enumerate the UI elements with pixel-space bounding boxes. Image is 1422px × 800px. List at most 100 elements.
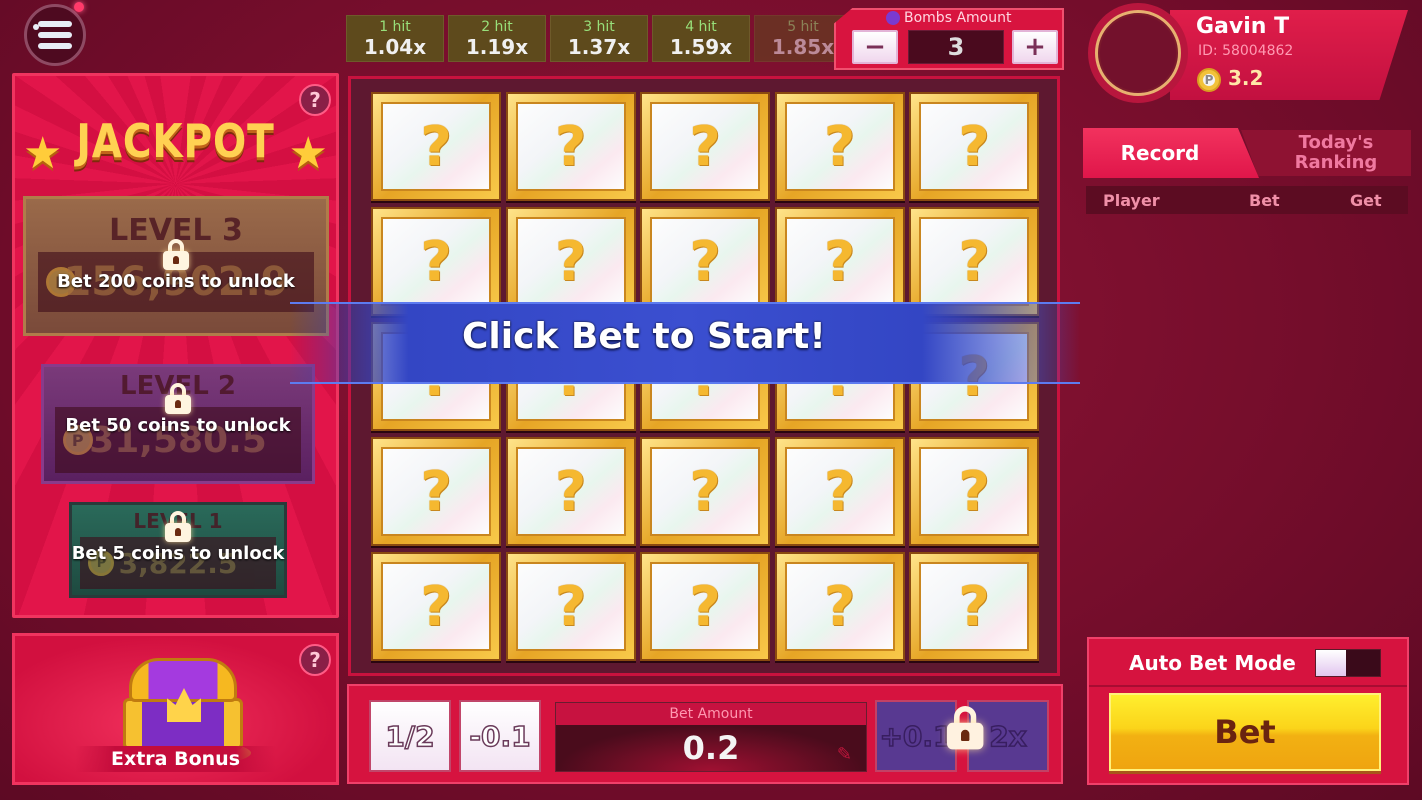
bet-amount-value: 0.2 bbox=[556, 725, 866, 771]
column-header-player: Player bbox=[1103, 190, 1160, 210]
mystery-tile[interactable]: ? bbox=[640, 552, 770, 661]
lock-icon bbox=[163, 239, 189, 270]
hit-count: 4 hit bbox=[685, 18, 717, 35]
menu-dot bbox=[33, 24, 39, 30]
question-mark-icon: ? bbox=[381, 562, 491, 651]
hamburger-menu-icon bbox=[38, 21, 72, 27]
mystery-tile[interactable]: ? bbox=[774, 92, 905, 201]
hit-count: 1 hit bbox=[379, 18, 411, 35]
multiplier-4-hit: 4 hit 1.59x bbox=[652, 15, 750, 62]
mystery-tile[interactable]: ? bbox=[371, 207, 501, 316]
unlock-text: Bet 50 coins to unlock bbox=[65, 415, 291, 436]
question-mark-icon: ? bbox=[515, 217, 626, 306]
record-tabs: Today's Ranking Record bbox=[1083, 128, 1411, 178]
bombs-increase-button[interactable]: + bbox=[1012, 30, 1058, 64]
question-mark-icon: ? bbox=[784, 217, 895, 306]
mystery-tile[interactable]: ? bbox=[505, 552, 636, 661]
jackpot-level-1: LEVEL 1 P 3,822.5 Bet 5 coins to unlock bbox=[69, 502, 287, 598]
help-icon: ? bbox=[309, 88, 321, 112]
half-bet-button[interactable]: 1/2 bbox=[369, 700, 451, 772]
mystery-tile[interactable]: ? bbox=[774, 207, 905, 316]
mystery-tile[interactable]: ? bbox=[371, 92, 501, 201]
multiplier-value: 1.85x bbox=[771, 34, 835, 59]
multiplier-strip: 1 hit 1.04x 2 hit 1.19x 3 hit 1.37x 4 hit 1.59x… bbox=[346, 15, 852, 62]
plus-icon: + bbox=[1024, 32, 1046, 62]
column-header-bet: Bet bbox=[1249, 190, 1280, 210]
tab-todays-ranking[interactable]: Today's Ranking bbox=[1241, 130, 1411, 176]
unlock-text: Bet 5 coins to unlock bbox=[71, 543, 285, 564]
menu-bar bbox=[38, 32, 72, 38]
question-mark-icon: ? bbox=[381, 217, 491, 306]
mystery-tile[interactable]: ? bbox=[909, 437, 1039, 546]
multiplier-value: 1.37x bbox=[567, 34, 631, 59]
jackpot-title: JACKPOT bbox=[76, 114, 275, 168]
question-mark-icon: ? bbox=[784, 447, 895, 536]
multiplier-1-hit: 1 hit 1.04x bbox=[346, 15, 444, 62]
mystery-tile[interactable]: ? bbox=[640, 437, 770, 546]
bonus-help-button[interactable]: ? bbox=[299, 644, 331, 676]
jackpot-level-2: LEVEL 2 P 31,580.5 Bet 50 coins to unloc… bbox=[41, 364, 315, 484]
question-mark-icon: ? bbox=[381, 102, 491, 191]
tab-record[interactable]: Record bbox=[1083, 128, 1259, 178]
avatar[interactable] bbox=[1088, 3, 1188, 103]
level-lock-overlay: Bet 5 coins to unlock bbox=[72, 511, 284, 564]
question-mark-icon: ? bbox=[919, 447, 1029, 536]
bet-amount-field[interactable]: Bet Amount 0.2 ✎ bbox=[555, 702, 867, 772]
bet-bar: 1/2 -0.1 Bet Amount 0.2 ✎ +0.1 2x bbox=[347, 684, 1063, 784]
start-banner: Click Bet to Start! bbox=[290, 302, 1080, 384]
hit-count: 5 hit bbox=[787, 18, 819, 35]
jackpot-help-button[interactable]: ? bbox=[299, 84, 331, 116]
mystery-tile[interactable]: ? bbox=[774, 552, 905, 661]
increase-bet-button[interactable]: +0.1 bbox=[875, 700, 957, 772]
player-name: Gavin T bbox=[1196, 14, 1290, 39]
minus-icon: − bbox=[864, 32, 886, 62]
auto-bet-toggle[interactable] bbox=[1315, 649, 1381, 677]
question-mark-icon: ? bbox=[515, 562, 626, 651]
hit-count: 2 hit bbox=[481, 18, 513, 35]
question-mark-icon: ? bbox=[650, 217, 760, 306]
multiplier-value: 1.19x bbox=[465, 34, 529, 59]
mystery-tile[interactable]: ? bbox=[371, 552, 501, 661]
mystery-tile[interactable]: ? bbox=[774, 437, 905, 546]
question-mark-icon: ? bbox=[650, 447, 760, 536]
extra-bonus-panel[interactable]: ? Extra Bonus bbox=[12, 633, 339, 785]
level-lock-overlay: Bet 200 coins to unlock bbox=[26, 239, 326, 292]
level-lock-overlay: Bet 50 coins to unlock bbox=[44, 383, 312, 436]
question-mark-icon: ? bbox=[919, 102, 1029, 191]
extra-bonus-label: Extra Bonus bbox=[75, 746, 276, 772]
edit-pencil-icon[interactable]: ✎ bbox=[837, 744, 852, 765]
question-mark-icon: ? bbox=[515, 102, 626, 191]
player-balance: 3.2 bbox=[1228, 66, 1264, 90]
mystery-tile[interactable]: ? bbox=[909, 92, 1039, 201]
bet-button[interactable]: Bet bbox=[1109, 693, 1381, 771]
tab-label: Today's Ranking bbox=[1294, 132, 1378, 173]
mystery-tile[interactable]: ? bbox=[505, 437, 636, 546]
question-mark-icon: ? bbox=[919, 562, 1029, 651]
notification-dot bbox=[74, 2, 84, 12]
menu-button[interactable] bbox=[24, 4, 86, 66]
unlock-text: Bet 200 coins to unlock bbox=[57, 271, 295, 292]
question-mark-icon: ? bbox=[919, 217, 1029, 306]
coin-icon: P bbox=[1197, 68, 1221, 92]
mystery-tile[interactable]: ? bbox=[640, 207, 770, 316]
mystery-tile[interactable]: ? bbox=[909, 552, 1039, 661]
bomb-icon bbox=[886, 11, 900, 25]
help-icon: ? bbox=[309, 648, 321, 672]
banner-text: Click Bet to Start! bbox=[462, 316, 826, 357]
hit-count: 3 hit bbox=[583, 18, 615, 35]
mystery-tile[interactable]: ? bbox=[505, 92, 636, 201]
mystery-tile[interactable]: ? bbox=[909, 207, 1039, 316]
mystery-tile[interactable]: ? bbox=[640, 92, 770, 201]
multiplier-2-hit: 2 hit 1.19x bbox=[448, 15, 546, 62]
mystery-tile[interactable]: ? bbox=[505, 207, 636, 316]
mystery-tile[interactable]: ? bbox=[371, 437, 501, 546]
bombs-amount-panel: Bombs Amount − 3 + bbox=[834, 8, 1064, 70]
lock-icon bbox=[165, 511, 191, 542]
lock-icon bbox=[947, 706, 984, 750]
multiplier-value: 1.59x bbox=[669, 34, 733, 59]
record-table-header: Player Bet Get bbox=[1086, 186, 1408, 214]
bombs-decrease-button[interactable]: − bbox=[852, 30, 898, 64]
toggle-knob bbox=[1316, 650, 1346, 676]
tab-label: Record bbox=[1120, 141, 1200, 165]
decrease-bet-button[interactable]: -0.1 bbox=[459, 700, 541, 772]
